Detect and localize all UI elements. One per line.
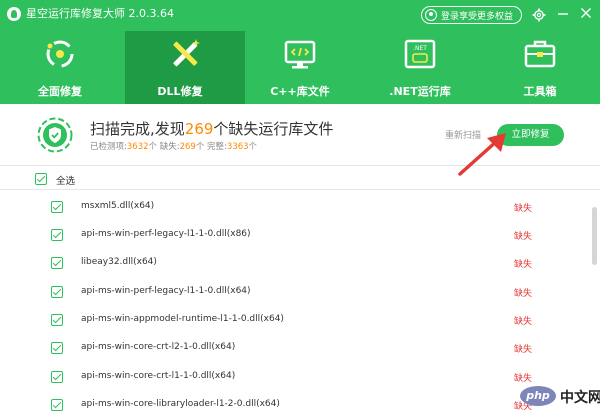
row-checkbox[interactable] (51, 399, 63, 411)
file-name: api-ms-win-core-crt-l1-1-0.dll(x64) (81, 371, 236, 381)
shield-scan-icon (37, 117, 73, 153)
app-title: 星空运行库修复大师 2.0.3.64 (26, 7, 174, 20)
list-item[interactable]: api-ms-win-core-libraryloader-l1-2-0.dll… (0, 390, 590, 411)
main-nav: 全面修复 DLL修复 C++库文件 .NET .NET运行库 工具箱 (0, 31, 600, 104)
select-all-row[interactable]: 全选 (0, 168, 600, 190)
file-name: api-ms-win-core-crt-l2-1-0.dll(x64) (81, 342, 236, 352)
status-badge: 缺失 (514, 374, 533, 384)
tab-cpp-library[interactable]: C++库文件 (240, 31, 360, 104)
missing-file-list: msxml5.dll(x64) 缺失 api-ms-win-perf-legac… (0, 192, 600, 411)
watermark-site-name: 中文网 (560, 390, 600, 406)
login-button[interactable]: 登录享受更多权益 (421, 6, 522, 24)
file-name: api-ms-win-perf-legacy-l1-1-0.dll(x64) (81, 286, 251, 296)
tab-dotnet-runtime[interactable]: .NET .NET运行库 (360, 31, 480, 104)
dll-repair-icon (173, 39, 200, 67)
row-checkbox[interactable] (51, 342, 63, 354)
list-scrollbar[interactable] (591, 192, 598, 411)
file-name: msxml5.dll(x64) (81, 201, 155, 211)
row-checkbox[interactable] (51, 201, 63, 213)
dotnet-runtime-icon: .NET (404, 39, 436, 69)
list-item[interactable]: api-ms-win-core-crt-l2-1-0.dll(x64) 缺失 (0, 333, 590, 361)
scan-stats: 已检测项:3632个 缺失:269个 完整:3363个 (90, 142, 258, 152)
status-badge: 缺失 (514, 289, 533, 299)
tab-dll-repair-label: DLL修复 (157, 85, 203, 98)
missing-count-highlight: 269 (184, 120, 214, 138)
select-all-label: 全选 (56, 176, 76, 187)
file-name: api-ms-win-core-libraryloader-l1-2-0.dll… (81, 399, 280, 409)
app-logo-icon (7, 7, 21, 21)
login-label: 登录享受更多权益 (441, 11, 514, 22)
file-name: api-ms-win-perf-legacy-l1-1-0.dll(x86) (81, 229, 251, 239)
scrollbar-thumb[interactable] (592, 207, 597, 265)
status-badge: 缺失 (514, 260, 533, 270)
user-avatar-icon (425, 9, 437, 21)
title-bar: 星空运行库修复大师 2.0.3.64 登录享受更多权益 全面修复 DLL修复 C… (0, 0, 600, 104)
file-name: libeay32.dll(x64) (81, 257, 157, 267)
status-badge: 缺失 (514, 317, 533, 327)
tab-dll-repair[interactable]: DLL修复 (125, 31, 245, 104)
checked-count: 3632 (126, 142, 149, 152)
list-item[interactable]: api-ms-win-perf-legacy-l1-1-0.dll(x86) 缺… (0, 220, 590, 248)
row-checkbox[interactable] (51, 371, 63, 383)
tab-toolbox-label: 工具箱 (523, 85, 557, 98)
tab-full-repair-label: 全面修复 (38, 85, 82, 98)
full-repair-icon (46, 40, 74, 68)
row-checkbox[interactable] (51, 286, 63, 298)
row-checkbox[interactable] (51, 257, 63, 269)
list-item[interactable]: api-ms-win-core-crt-l1-1-0.dll(x64) 缺失 (0, 362, 590, 390)
file-name: api-ms-win-appmodel-runtime-l1-1-0.dll(x… (81, 314, 284, 324)
cpp-library-icon (284, 40, 316, 69)
complete-count: 3363 (226, 142, 249, 152)
tab-cpp-library-label: C++库文件 (270, 85, 330, 98)
status-badge: 缺失 (514, 345, 533, 355)
scan-headline: 扫描完成,发现269个缺失运行库文件 (90, 120, 334, 138)
tab-toolbox[interactable]: 工具箱 (480, 31, 600, 104)
status-badge: 缺失 (514, 232, 533, 242)
row-checkbox[interactable] (51, 229, 63, 241)
tab-dotnet-runtime-label: .NET运行库 (389, 85, 451, 98)
row-checkbox[interactable] (51, 314, 63, 326)
dotnet-badge-text: .NET (413, 45, 427, 52)
tab-full-repair[interactable]: 全面修复 (0, 31, 120, 104)
close-icon[interactable] (578, 6, 594, 24)
settings-gear-icon[interactable] (531, 6, 547, 24)
select-all-checkbox[interactable] (35, 173, 47, 185)
watermark-badge: php (520, 386, 556, 406)
minimize-icon[interactable] (555, 6, 571, 24)
list-item[interactable]: api-ms-win-appmodel-runtime-l1-1-0.dll(x… (0, 305, 590, 333)
list-item[interactable]: api-ms-win-perf-legacy-l1-1-0.dll(x64) 缺… (0, 277, 590, 305)
list-item[interactable]: libeay32.dll(x64) 缺失 (0, 248, 590, 276)
missing-count: 269 (179, 142, 196, 152)
list-item[interactable]: msxml5.dll(x64) 缺失 (0, 192, 590, 220)
toolbox-icon (524, 40, 556, 68)
site-watermark: php 中文网 (520, 384, 600, 408)
status-badge: 缺失 (514, 204, 533, 214)
